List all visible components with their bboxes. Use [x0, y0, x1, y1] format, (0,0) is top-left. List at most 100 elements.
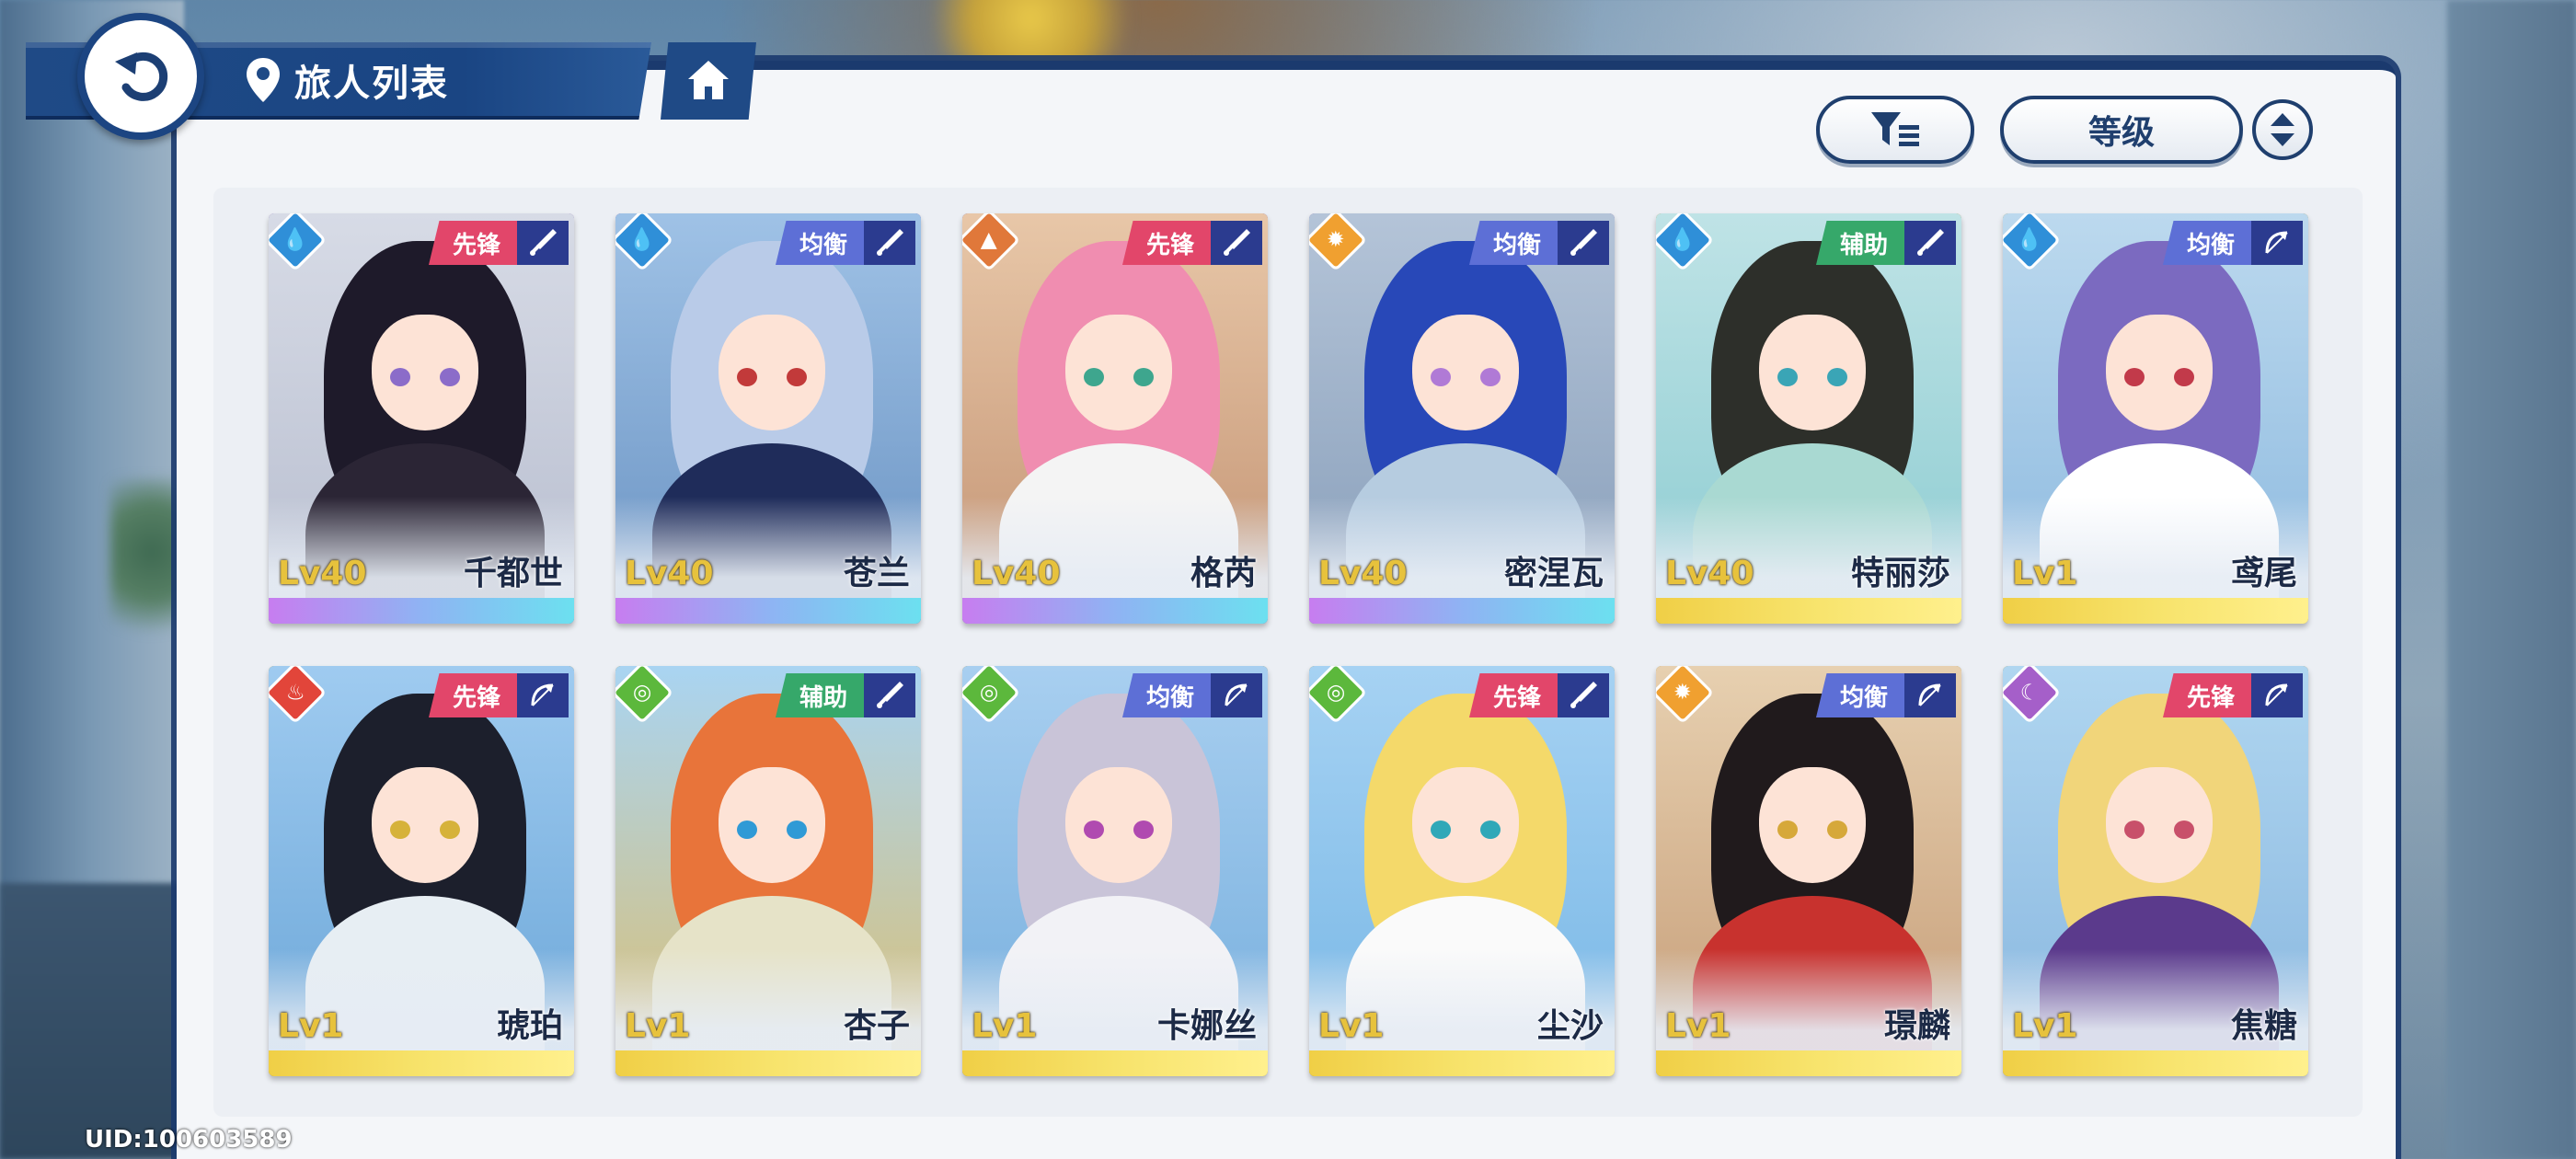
- character-name: 苍兰: [843, 555, 910, 592]
- background-right-wall: [2447, 0, 2576, 1159]
- character-name: 杏子: [843, 1007, 910, 1045]
- role-tag: 均衡: [1815, 673, 1904, 717]
- character-name: 尘沙: [1536, 1007, 1604, 1045]
- page-title-group: 旅人列表: [245, 48, 449, 112]
- character-level: Lv40: [1665, 555, 1754, 592]
- character-level: Lv40: [1318, 555, 1408, 592]
- character-name: 千都世: [463, 555, 563, 592]
- role-tag: 先锋: [428, 221, 517, 265]
- character-name: 特丽莎: [1850, 555, 1950, 592]
- back-button[interactable]: [77, 13, 204, 140]
- weapon-bow-icon: [2251, 673, 2303, 717]
- back-arrow-icon: [115, 52, 168, 101]
- role-tag: 先锋: [1468, 673, 1558, 717]
- character-card[interactable]: 💧 均衡 Lv40 苍兰: [615, 213, 921, 624]
- rarity-bar: [1656, 1050, 1961, 1076]
- weapon-sword-icon: [864, 221, 915, 265]
- character-portrait: [269, 213, 574, 598]
- character-level: Lv1: [625, 1007, 691, 1045]
- rarity-bar: [962, 1050, 1268, 1076]
- character-portrait: [269, 666, 574, 1050]
- user-id-label: UID:100603589: [85, 1126, 293, 1153]
- character-card[interactable]: ◎ 均衡 Lv1 卡娜丝: [962, 666, 1268, 1076]
- character-card-grid: 💧 先锋 Lv40 千都世 💧 均衡 Lv40 苍兰 ▲ 先锋 Lv40 格芮 ✹ 均衡 Lv40 密涅瓦 💧 辅…: [269, 213, 2311, 1087]
- character-level: Lv1: [2012, 555, 2078, 592]
- rarity-bar: [962, 598, 1268, 624]
- weapon-sword-icon: [517, 221, 569, 265]
- character-name: 焦糖: [2230, 1007, 2297, 1045]
- home-icon: [688, 61, 729, 99]
- character-card[interactable]: ▲ 先锋 Lv40 格芮: [962, 213, 1268, 624]
- character-portrait: [615, 213, 921, 598]
- home-button[interactable]: [661, 42, 756, 120]
- weapon-sword-icon: [1211, 221, 1262, 265]
- rarity-bar: [2003, 598, 2308, 624]
- character-name: 璟麟: [1883, 1007, 1950, 1045]
- rarity-bar: [269, 598, 574, 624]
- character-card[interactable]: ✹ 均衡 Lv1 璟麟: [1656, 666, 1961, 1076]
- role-tag: 均衡: [1468, 221, 1558, 265]
- character-card[interactable]: ◎ 先锋 Lv1 尘沙: [1309, 666, 1615, 1076]
- character-portrait: [962, 666, 1268, 1050]
- weapon-sword-icon: [1904, 221, 1956, 265]
- character-card[interactable]: ☾ 先锋 Lv1 焦糖: [2003, 666, 2308, 1076]
- character-level: Lv1: [2012, 1007, 2078, 1045]
- character-portrait: [1309, 666, 1615, 1050]
- character-card[interactable]: ◎ 辅助 Lv1 杏子: [615, 666, 921, 1076]
- weapon-bow-icon: [1211, 673, 1262, 717]
- filter-icon: [1871, 112, 1919, 146]
- character-portrait: [2003, 213, 2308, 598]
- weapon-sword-icon: [1558, 221, 1609, 265]
- character-portrait: [1656, 666, 1961, 1050]
- sort-by-level-button[interactable]: 等级: [2000, 96, 2243, 164]
- role-tag: 均衡: [2162, 221, 2251, 265]
- role-tag: 辅助: [1815, 221, 1904, 265]
- character-level: Lv40: [278, 555, 367, 592]
- filter-button[interactable]: [1816, 96, 1974, 164]
- role-tag: 先锋: [428, 673, 517, 717]
- background-shelf: [0, 883, 184, 1159]
- sort-order-icon: [2271, 113, 2294, 146]
- weapon-bow-icon: [2251, 221, 2303, 265]
- weapon-bow-icon: [1904, 673, 1956, 717]
- map-pin-icon: [245, 56, 282, 104]
- rarity-bar: [1656, 598, 1961, 624]
- rarity-bar: [1309, 1050, 1615, 1076]
- character-name: 卡娜丝: [1156, 1007, 1257, 1045]
- character-card[interactable]: 💧 均衡 Lv1 鸢尾: [2003, 213, 2308, 624]
- character-level: Lv1: [972, 1007, 1038, 1045]
- character-portrait: [615, 666, 921, 1050]
- rarity-bar: [615, 1050, 921, 1076]
- role-tag: 先锋: [2162, 673, 2251, 717]
- character-portrait: [962, 213, 1268, 598]
- character-card[interactable]: 💧 先锋 Lv40 千都世: [269, 213, 574, 624]
- character-level: Lv1: [1318, 1007, 1385, 1045]
- page-title: 旅人列表: [294, 63, 449, 105]
- weapon-bow-icon: [517, 673, 569, 717]
- role-tag: 先锋: [1121, 221, 1211, 265]
- character-portrait: [1309, 213, 1615, 598]
- role-tag: 均衡: [775, 221, 864, 265]
- rarity-bar: [615, 598, 921, 624]
- character-card[interactable]: ♨ 先锋 Lv1 琥珀: [269, 666, 574, 1076]
- character-level: Lv1: [1665, 1007, 1731, 1045]
- character-name: 鸢尾: [2230, 555, 2297, 592]
- sort-order-button[interactable]: [2252, 99, 2313, 160]
- rarity-bar: [269, 1050, 574, 1076]
- character-level: Lv40: [972, 555, 1061, 592]
- character-name: 琥珀: [496, 1007, 563, 1045]
- character-portrait: [1656, 213, 1961, 598]
- rarity-bar: [2003, 1050, 2308, 1076]
- rarity-bar: [1309, 598, 1615, 624]
- weapon-sword-icon: [1558, 673, 1609, 717]
- character-card[interactable]: ✹ 均衡 Lv40 密涅瓦: [1309, 213, 1615, 624]
- role-tag: 均衡: [1121, 673, 1211, 717]
- character-name: 密涅瓦: [1503, 555, 1604, 592]
- character-card[interactable]: 💧 辅助 Lv40 特丽莎: [1656, 213, 1961, 624]
- character-level: Lv40: [625, 555, 714, 592]
- role-tag: 辅助: [775, 673, 864, 717]
- weapon-sword-icon: [864, 673, 915, 717]
- character-level: Lv1: [278, 1007, 344, 1045]
- character-portrait: [2003, 666, 2308, 1050]
- character-name: 格芮: [1190, 555, 1257, 592]
